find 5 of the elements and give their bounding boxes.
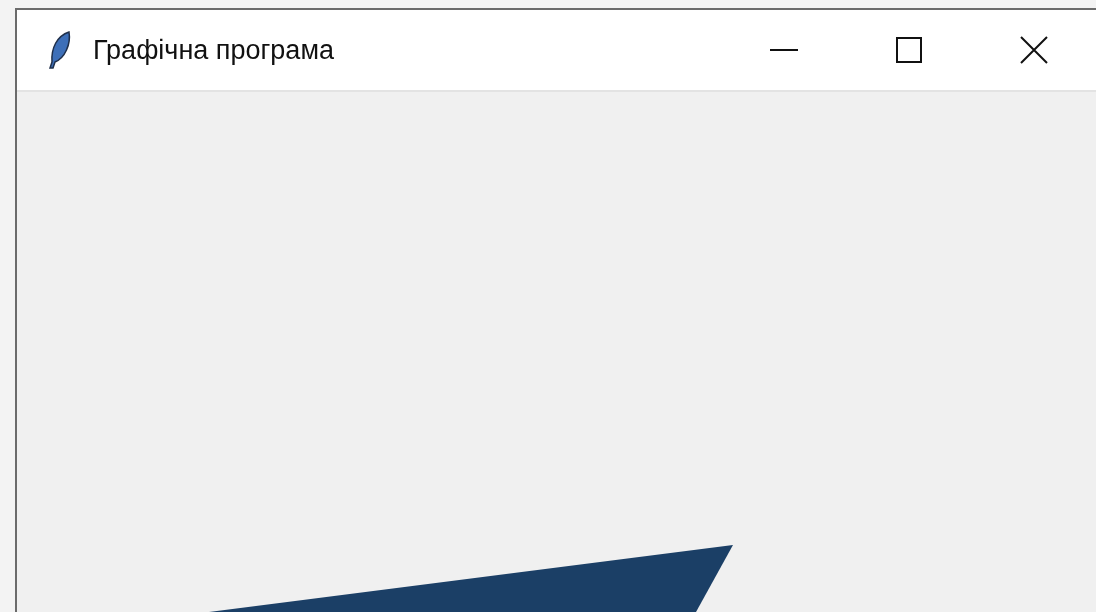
window-title: Графічна програма	[93, 33, 334, 67]
minimize-icon	[769, 48, 798, 52]
feather-icon	[47, 30, 73, 70]
close-icon	[1019, 36, 1048, 64]
maximize-icon	[895, 37, 922, 63]
